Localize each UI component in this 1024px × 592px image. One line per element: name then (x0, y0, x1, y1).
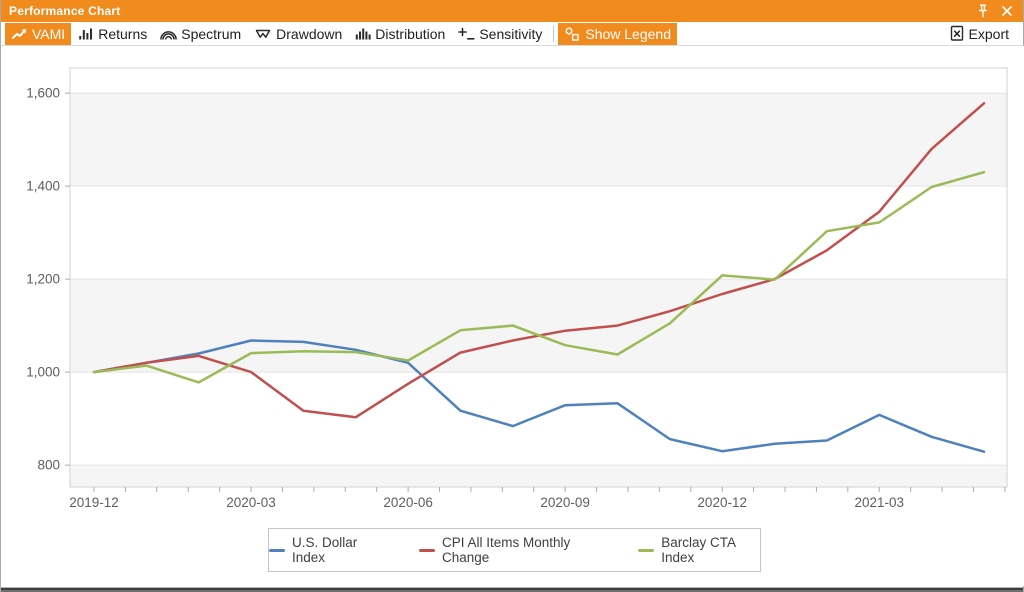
line-chart-icon (11, 26, 28, 42)
window-title: Performance Chart (9, 4, 120, 18)
bar-chart-icon (78, 26, 94, 42)
svg-text:800: 800 (37, 458, 60, 473)
legend-label: CPI All Items Monthly Change (442, 535, 602, 565)
distribution-icon (355, 26, 371, 42)
svg-text:1,400: 1,400 (26, 179, 60, 194)
legend-item-barclay-cta[interactable]: Barclay CTA Index (638, 535, 760, 565)
window-bottom-edge (1, 586, 1023, 592)
tab-drawdown[interactable]: Drawdown (248, 23, 348, 45)
tab-label: Returns (98, 26, 147, 42)
svg-text:2021-03: 2021-03 (854, 495, 904, 510)
svg-text:1,000: 1,000 (26, 365, 60, 380)
svg-text:2020-06: 2020-06 (383, 495, 433, 510)
legend-swatch-red (419, 549, 435, 552)
tab-label: VAMI (32, 26, 65, 42)
show-legend-button[interactable]: Show Legend (558, 23, 677, 45)
svg-text:1,600: 1,600 (26, 86, 60, 101)
legend-item-us-dollar-index[interactable]: U.S. Dollar Index (269, 535, 383, 565)
tab-sensitivity[interactable]: Sensitivity (452, 23, 548, 45)
sensitivity-icon (458, 26, 475, 42)
close-icon[interactable] (999, 3, 1015, 19)
pin-icon[interactable] (975, 3, 991, 19)
export-button[interactable]: Export (943, 23, 1015, 45)
legend-item-cpi-all-items[interactable]: CPI All Items Monthly Change (419, 535, 602, 565)
legend-swatch-green (638, 549, 654, 552)
export-label: Export (969, 26, 1009, 42)
legend-shapes-icon (564, 26, 581, 42)
chart-toolbar: VAMI Returns Spectrum Drawdown (1, 22, 1023, 46)
legend-label: Barclay CTA Index (661, 535, 760, 565)
svg-text:1,200: 1,200 (26, 272, 60, 287)
drawdown-icon (254, 26, 272, 42)
tab-label: Drawdown (276, 26, 342, 42)
svg-text:2019-12: 2019-12 (69, 495, 119, 510)
tab-vami[interactable]: VAMI (5, 23, 71, 45)
tab-label: Sensitivity (479, 26, 542, 42)
chart-legend: U.S. Dollar Index CPI All Items Monthly … (268, 528, 761, 572)
spectrum-icon (160, 26, 177, 42)
legend-label: U.S. Dollar Index (292, 535, 383, 565)
show-legend-label: Show Legend (585, 26, 671, 42)
export-excel-icon (949, 25, 965, 42)
legend-swatch-blue (269, 549, 285, 552)
tab-distribution[interactable]: Distribution (349, 23, 451, 45)
chart-area: 800 1,000 1,200 1,400 1,600 2019-12 2020-03 202… (1, 46, 1024, 586)
tab-label: Spectrum (181, 26, 241, 42)
toolbar-separator (553, 26, 554, 42)
svg-text:2020-09: 2020-09 (540, 495, 590, 510)
performance-chart-window: Performance Chart VAMI Returns (0, 0, 1024, 592)
tab-spectrum[interactable]: Spectrum (154, 23, 247, 45)
svg-text:2020-03: 2020-03 (226, 495, 276, 510)
tab-label: Distribution (375, 26, 445, 42)
performance-chart-svg: 800 1,000 1,200 1,400 1,600 2019-12 2020-03 202… (1, 46, 1024, 586)
svg-text:2020-12: 2020-12 (697, 495, 747, 510)
tab-returns[interactable]: Returns (72, 23, 153, 45)
window-titlebar: Performance Chart (1, 0, 1023, 22)
